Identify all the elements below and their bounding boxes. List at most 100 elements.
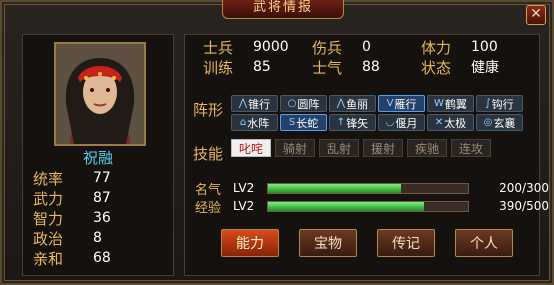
formation-item[interactable]: ◡ 偃月	[378, 114, 425, 131]
stat-value: 36	[93, 210, 111, 226]
stat-label: 统率	[33, 169, 64, 188]
training-value: 85	[253, 59, 271, 75]
formation-item[interactable]: ○ 圆阵	[280, 95, 327, 112]
formation-item[interactable]: ∫ 钩行	[476, 95, 523, 112]
stat-row: 亲和 68	[33, 249, 163, 268]
biography-button[interactable]: 传记	[377, 229, 435, 257]
fame-level: LV2	[233, 181, 255, 195]
personal-button[interactable]: 个人	[455, 229, 513, 257]
formation-item[interactable]: W 鹤翼	[427, 95, 474, 112]
exp-label: 经验	[195, 200, 222, 216]
formation-item-label: 鱼丽	[346, 97, 369, 111]
ability-button[interactable]: 能力	[221, 229, 279, 257]
exp-row: 经验 LV2 390/500	[195, 199, 549, 216]
exp-bar-fill	[268, 201, 424, 211]
fame-bar-fill	[268, 183, 402, 193]
formation-item-label: 鹤翼	[444, 97, 467, 111]
formation-item[interactable]: ✕ 太极	[427, 114, 474, 131]
stat-row: 政治 8	[33, 229, 163, 248]
status-label: 状态	[421, 58, 452, 77]
formation-icon: ○	[287, 98, 297, 109]
formation-item-label: 水阵	[247, 116, 270, 130]
formation-item-label: 锥行	[248, 97, 271, 111]
formation-icon: ◡	[385, 117, 395, 128]
skill-button[interactable]: 援射	[363, 139, 403, 157]
stat-label: 政治	[33, 229, 64, 248]
formation-item-label: 钩行	[491, 97, 514, 111]
formation-icon: S	[288, 117, 296, 128]
formation-icon: ⋀	[238, 98, 248, 109]
skill-button[interactable]: 连攻	[451, 139, 491, 157]
stat-value: 77	[93, 170, 111, 186]
skill-button[interactable]: 叱咤	[231, 139, 271, 157]
formation-item[interactable]: ⌂ 水阵	[231, 114, 278, 131]
hero-portrait	[54, 42, 146, 146]
formation-item-label: 偃月	[395, 116, 418, 130]
wounded-value: 0	[362, 39, 371, 55]
morale-label: 士气	[312, 58, 343, 77]
formation-item[interactable]: ⋀ 鱼丽	[329, 95, 376, 112]
exp-bar	[267, 200, 469, 212]
stat-value: 87	[93, 190, 111, 206]
close-icon[interactable]: ✕	[526, 5, 546, 25]
detail-panel: 士兵 9000 伤兵 0 体力 100 训练 85 士气 88 状态 健康 阵形…	[184, 34, 549, 276]
formation-item[interactable]: ◎ 玄襄	[476, 114, 523, 131]
exp-level: LV2	[233, 199, 255, 213]
fame-value: 200/300	[499, 181, 549, 195]
skill-button[interactable]: 乱射	[319, 139, 359, 157]
training-label: 训练	[203, 58, 234, 77]
stat-row: 武力 87	[33, 189, 163, 208]
formation-list: ⋀ 锥行 ○ 圆阵 ⋀ 鱼丽 V 雁行 W 鹤翼 ∫ 钩行 ⌂ 水阵 S 长蛇 ↑ 锋矢 ◡ 偃月 …	[231, 95, 536, 131]
soldiers-value: 9000	[253, 39, 289, 55]
morale-value: 88	[362, 59, 380, 75]
action-buttons: 能力 宝物 传记 个人	[221, 229, 513, 257]
formation-item-label: 太极	[444, 116, 467, 130]
formation-item[interactable]: S 长蛇	[280, 114, 327, 131]
skill-button[interactable]: 骑射	[275, 139, 315, 157]
skills-label: 技能	[193, 145, 224, 163]
formation-item[interactable]: ↑ 锋矢	[329, 114, 376, 131]
fame-row: 名气 LV2 200/300	[195, 181, 549, 198]
stat-row: 统率 77	[33, 169, 163, 188]
stat-label: 亲和	[33, 249, 64, 268]
unit-info: 士兵 9000 伤兵 0 体力 100 训练 85 士气 88 状态 健康	[185, 37, 539, 77]
window-title: 武将情报	[222, 0, 344, 19]
stat-row: 智力 36	[33, 209, 163, 228]
formation-item-label: 圆阵	[297, 97, 320, 111]
formation-icon: V	[386, 98, 394, 109]
stat-label: 武力	[33, 189, 64, 208]
stat-label: 智力	[33, 209, 64, 228]
wounded-label: 伤兵	[312, 38, 343, 57]
exp-value: 390/500	[499, 199, 549, 213]
formation-item-label: 雁行	[394, 97, 417, 111]
info-row: 士兵 9000 伤兵 0 体力 100	[185, 37, 539, 57]
formation-item-label: 锋矢	[346, 116, 369, 130]
treasure-button[interactable]: 宝物	[299, 229, 357, 257]
soldiers-label: 士兵	[203, 38, 234, 57]
status-value: 健康	[471, 60, 499, 76]
hero-stats: 统率 77 武力 87 智力 36 政治 8 亲和 68	[33, 169, 163, 269]
formation-item-label: 长蛇	[296, 116, 319, 130]
formation-item[interactable]: V 雁行	[378, 95, 425, 112]
formation-icon: ↑	[336, 117, 346, 128]
formation-icon: ∫	[485, 98, 491, 109]
fame-bar	[267, 182, 469, 194]
stamina-value: 100	[471, 39, 498, 55]
formation-item-label: 玄襄	[493, 116, 516, 130]
skill-button[interactable]: 疾驰	[407, 139, 447, 157]
stat-value: 68	[93, 250, 111, 266]
hero-name: 祝融	[82, 149, 113, 167]
fame-label: 名气	[195, 182, 222, 198]
stat-value: 8	[93, 230, 102, 246]
hero-info-panel: 武将情报 ✕ 祝融 统率 77 武力 87 智力 36 政治 8 亲和 68 士…	[0, 0, 554, 285]
formation-item[interactable]: ⋀ 锥行	[231, 95, 278, 112]
formation-icon: ⌂	[239, 117, 247, 128]
hero-card: 祝融 统率 77 武力 87 智力 36 政治 8 亲和 68	[22, 34, 174, 276]
formation-icon: W	[434, 98, 444, 109]
formation-icon: ✕	[434, 117, 444, 128]
stamina-label: 体力	[421, 38, 452, 57]
formation-icon: ⋀	[336, 98, 346, 109]
info-row: 训练 85 士气 88 状态 健康	[185, 57, 539, 77]
formation-label: 阵形	[193, 101, 224, 119]
skill-list: 叱咤 骑射 乱射 援射 疾驰 连攻	[231, 139, 491, 157]
